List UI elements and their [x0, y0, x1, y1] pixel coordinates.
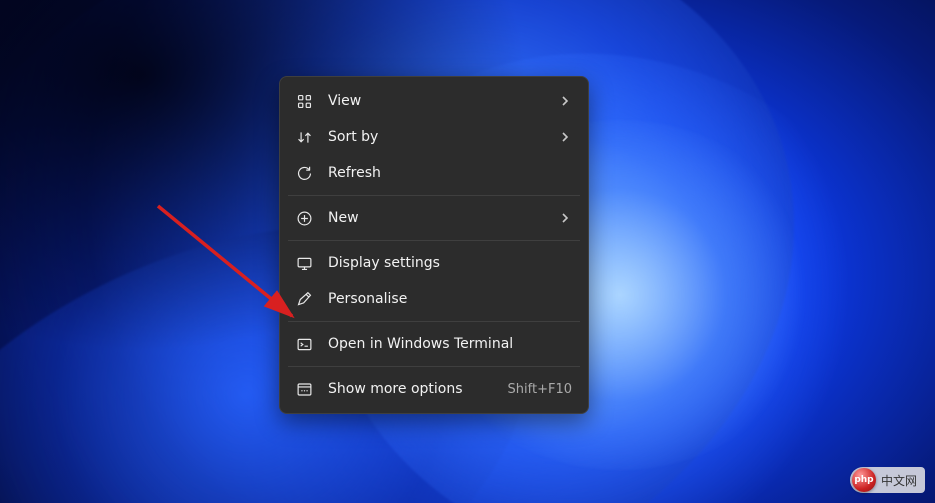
menu-label: Refresh — [328, 165, 572, 181]
menu-item-refresh[interactable]: Refresh — [286, 155, 582, 191]
menu-item-open-terminal[interactable]: Open in Windows Terminal — [286, 326, 582, 362]
chevron-right-icon — [558, 130, 572, 144]
menu-label: Open in Windows Terminal — [328, 336, 572, 352]
menu-shortcut: Shift+F10 — [508, 382, 572, 397]
menu-item-view[interactable]: View — [286, 83, 582, 119]
chevron-right-icon — [558, 94, 572, 108]
watermark: php 中文网 — [850, 467, 925, 493]
menu-label: New — [328, 210, 558, 226]
desktop-context-menu: View Sort by Refresh New — [279, 76, 589, 414]
menu-label: View — [328, 93, 558, 109]
menu-item-show-more-options[interactable]: Show more options Shift+F10 — [286, 371, 582, 407]
menu-item-display-settings[interactable]: Display settings — [286, 245, 582, 281]
menu-divider — [288, 240, 580, 241]
menu-divider — [288, 195, 580, 196]
menu-label: Personalise — [328, 291, 572, 307]
menu-item-personalise[interactable]: Personalise — [286, 281, 582, 317]
personalise-icon — [294, 289, 314, 309]
menu-divider — [288, 321, 580, 322]
menu-item-new[interactable]: New — [286, 200, 582, 236]
display-settings-icon — [294, 253, 314, 273]
terminal-icon — [294, 334, 314, 354]
refresh-icon — [294, 163, 314, 183]
desktop-background[interactable]: View Sort by Refresh New — [0, 0, 935, 503]
menu-item-sort-by[interactable]: Sort by — [286, 119, 582, 155]
show-more-icon — [294, 379, 314, 399]
watermark-text: 中文网 — [881, 472, 917, 489]
watermark-logo: php — [852, 468, 876, 492]
menu-label: Sort by — [328, 129, 558, 145]
menu-label: Display settings — [328, 255, 572, 271]
sort-icon — [294, 127, 314, 147]
menu-divider — [288, 366, 580, 367]
chevron-right-icon — [558, 211, 572, 225]
menu-label: Show more options — [328, 381, 508, 397]
new-icon — [294, 208, 314, 228]
view-icon — [294, 91, 314, 111]
